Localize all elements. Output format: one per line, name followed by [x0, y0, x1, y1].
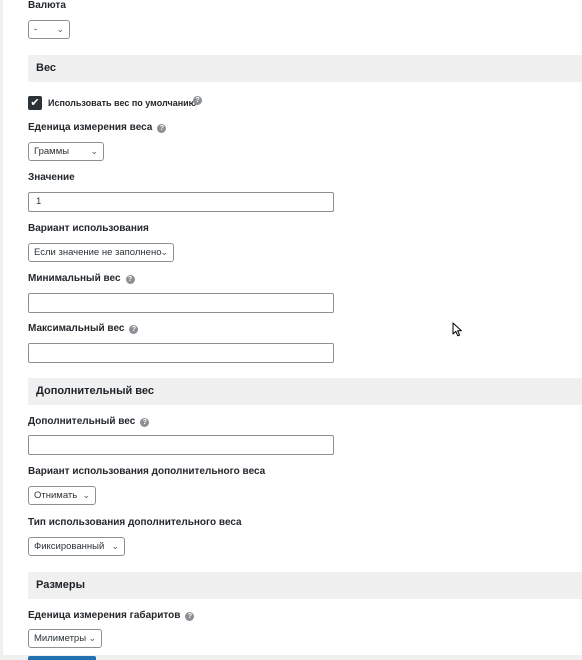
weight-unit-select[interactable]: Граммы ⌄ [28, 142, 104, 161]
extra-usage-label: Вариант использования дополнительного ве… [28, 466, 266, 477]
chevron-down-icon: ⌄ [111, 541, 119, 551]
currency-label: Валюта [28, 0, 66, 11]
checkmark-icon: ✔ [30, 97, 40, 109]
help-icon[interactable]: ? [193, 96, 202, 105]
left-edge [0, 0, 3, 660]
chevron-down-icon: ⌄ [90, 146, 98, 156]
weight-value-label: Значение [28, 172, 75, 183]
extra-weight-label: Дополнительный вес? [28, 416, 150, 427]
weight-section-header: Вес [28, 55, 582, 82]
help-icon[interactable]: ? [129, 325, 139, 334]
mouse-cursor-icon [452, 322, 462, 337]
use-default-weight-checkbox[interactable]: ✔ [28, 96, 42, 110]
help-icon[interactable]: ? [140, 418, 150, 427]
currency-select[interactable]: - ⌄ [28, 20, 70, 39]
min-weight-input[interactable] [28, 293, 334, 313]
min-weight-label: Минимальный вес? [28, 273, 135, 284]
dimensions-section-title: Размеры [36, 579, 86, 591]
extra-type-select[interactable]: Фиксированный ⌄ [28, 537, 125, 556]
help-icon[interactable]: ? [125, 275, 135, 284]
extra-weight-section-title: Дополнительный вес [36, 385, 154, 397]
extra-weight-text: Дополнительный вес [28, 416, 136, 427]
weight-unit-label: Еденица измерения веса? [28, 122, 167, 133]
weight-value-input[interactable]: 1 [28, 192, 334, 212]
help-icon[interactable]: ? [185, 612, 195, 621]
extra-weight-section-header: Дополнительный вес [28, 378, 582, 405]
weight-usage-select-value: Если значение не заполнено [34, 247, 162, 258]
max-weight-text: Максимальный вес [28, 323, 125, 334]
dimensions-unit-select-value: Милиметры [34, 633, 87, 644]
dimensions-section-header: Размеры [28, 572, 582, 599]
dimensions-unit-text: Еденица измерения габаритов [28, 610, 181, 621]
chevron-down-icon: ⌄ [56, 24, 64, 34]
extra-usage-select-value: Отнимать [34, 490, 78, 501]
save-button[interactable] [28, 656, 96, 660]
dimensions-unit-select[interactable]: Милиметры ⌄ [28, 629, 102, 648]
chevron-down-icon: ⌄ [82, 490, 90, 500]
extra-usage-select[interactable]: Отнимать ⌄ [28, 486, 96, 505]
weight-unit-text: Еденица измерения веса [28, 122, 153, 133]
weight-usage-label: Вариант использования [28, 223, 149, 234]
extra-weight-input[interactable] [28, 435, 334, 455]
dimensions-unit-label: Еденица измерения габаритов? [28, 610, 195, 621]
max-weight-label: Максимальный вес? [28, 323, 139, 334]
chevron-down-icon: ⌄ [160, 247, 168, 257]
max-weight-input[interactable] [28, 343, 334, 363]
min-weight-text: Минимальный вес [28, 273, 121, 284]
help-icon[interactable]: ? [157, 124, 167, 133]
extra-type-label: Тип использования дополнительного веса [28, 517, 242, 528]
weight-usage-select[interactable]: Если значение не заполнено ⌄ [28, 243, 174, 262]
weight-section-title: Вес [36, 62, 57, 74]
weight-unit-select-value: Граммы [34, 146, 70, 157]
use-default-weight-label: Использовать вес по умолчанию [48, 98, 196, 108]
extra-type-select-value: Фиксированный [34, 541, 105, 552]
chevron-down-icon: ⌄ [88, 633, 96, 643]
currency-select-value: - [34, 24, 38, 35]
use-default-weight-text: Использовать вес по умолчанию [48, 98, 197, 108]
